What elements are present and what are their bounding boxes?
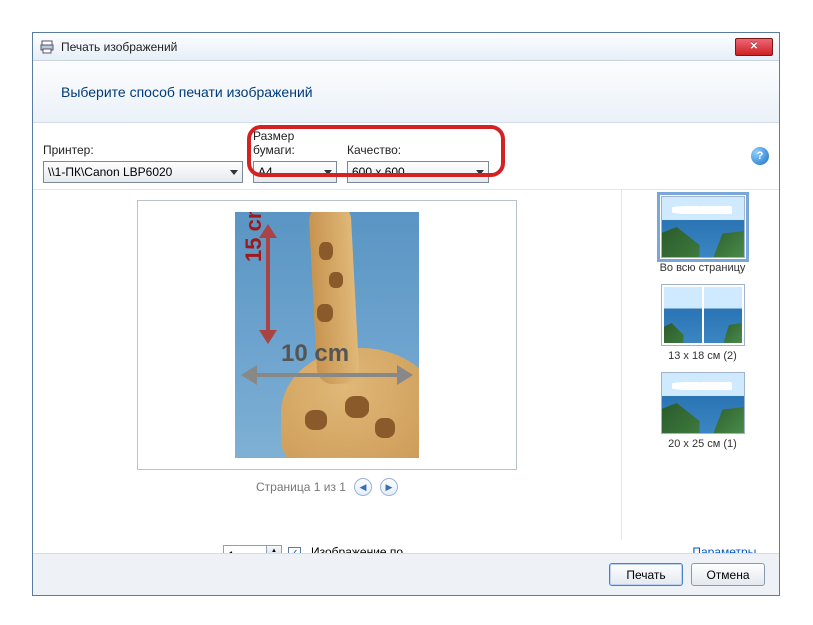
layout-thumb <box>661 284 745 346</box>
titlebar: Печать изображений ✕ <box>33 33 779 61</box>
dialog-footer: Печать Отмена <box>33 553 779 595</box>
page-indicator: Страница 1 из 1 <box>256 480 346 494</box>
prev-page-button[interactable]: ◀ <box>354 478 372 496</box>
paper-field: Размер бумаги: A4 <box>253 129 337 183</box>
quality-label: Качество: <box>347 143 489 157</box>
printer-field: Принтер: \\1-ПК\Canon LBP6020 <box>43 143 243 183</box>
layout-label: 20 x 25 см (1) <box>632 438 773 450</box>
paper-label: Размер бумаги: <box>253 129 337 157</box>
settings-row: Принтер: \\1-ПК\Canon LBP6020 Размер бум… <box>33 123 779 190</box>
page-navigator: Страница 1 из 1 ◀ ▶ <box>256 478 398 496</box>
page-preview: 15 cm 10 cm <box>137 200 517 470</box>
layout-label: Во всю страницу <box>632 262 773 274</box>
dimension-v-label: 15 cm <box>241 212 267 262</box>
dialog-header: Выберите способ печати изображений <box>33 61 779 123</box>
header-heading: Выберите способ печати изображений <box>61 84 313 100</box>
layout-item-full[interactable]: Во всю страницу <box>632 196 773 274</box>
quality-value: 600 x 600 <box>352 165 405 179</box>
print-button[interactable]: Печать <box>609 563 683 586</box>
chevron-down-icon <box>230 170 238 175</box>
layout-item-20x25[interactable]: 20 x 25 см (1) <box>632 372 773 450</box>
printer-icon <box>39 39 55 55</box>
printer-value: \\1-ПК\Canon LBP6020 <box>48 165 172 179</box>
printer-label: Принтер: <box>43 143 243 157</box>
help-icon[interactable]: ? <box>751 147 769 165</box>
paper-combo[interactable]: A4 <box>253 161 337 183</box>
dimension-h-label: 10 cm <box>281 340 349 368</box>
window-title: Печать изображений <box>61 40 177 54</box>
preview-image: 15 cm 10 cm <box>235 212 419 458</box>
layout-label: 13 x 18 см (2) <box>632 350 773 362</box>
chevron-down-icon <box>324 170 332 175</box>
layout-thumb <box>661 372 745 434</box>
next-page-button[interactable]: ▶ <box>380 478 398 496</box>
content-area: 15 cm 10 cm Страница 1 из 1 ◀ ▶ Во всю с… <box>33 190 779 540</box>
close-button[interactable]: ✕ <box>735 38 773 56</box>
chevron-down-icon <box>476 170 484 175</box>
layout-thumb <box>661 196 745 258</box>
cancel-button[interactable]: Отмена <box>691 563 765 586</box>
print-dialog: Печать изображений ✕ Выберите способ печ… <box>32 32 780 596</box>
layout-list: Во всю страницу 13 x 18 см (2) 20 x 25 с… <box>621 190 779 540</box>
layout-item-13x18[interactable]: 13 x 18 см (2) <box>632 284 773 362</box>
dimension-arrow-h <box>241 368 413 382</box>
paper-value: A4 <box>258 165 273 179</box>
preview-pane: 15 cm 10 cm Страница 1 из 1 ◀ ▶ <box>33 190 621 540</box>
quality-field: Качество: 600 x 600 <box>347 143 489 183</box>
quality-combo[interactable]: 600 x 600 <box>347 161 489 183</box>
printer-combo[interactable]: \\1-ПК\Canon LBP6020 <box>43 161 243 183</box>
